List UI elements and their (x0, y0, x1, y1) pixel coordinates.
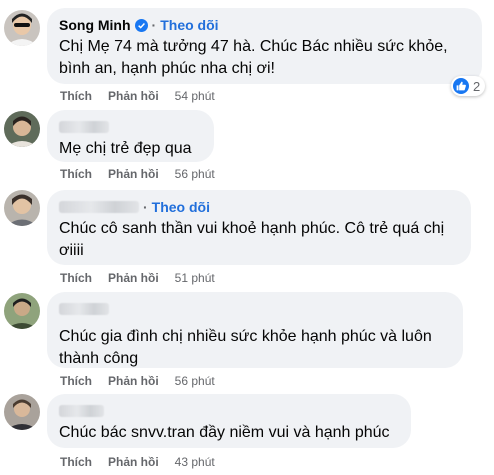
reply-button[interactable]: Phản hồi (108, 455, 159, 469)
comment-text: Chị Mẹ 74 mà tưởng 47 hà. Chúc Bác nhiều… (59, 38, 448, 77)
comment-time[interactable]: 56 phút (175, 167, 215, 181)
comment-time[interactable]: 54 phút (175, 89, 215, 103)
comment-bubble: Song Minh · Theo dõi Chị Mẹ 74 mà tưởng … (47, 8, 482, 84)
like-button[interactable]: Thích (60, 374, 92, 388)
comment-bubble: Mẹ chị trẻ đẹp qua (47, 110, 214, 162)
comment-text: Chúc gia đình chị nhiều sức khỏe hạnh ph… (59, 328, 432, 367)
reaction-count[interactable]: 2 (451, 76, 486, 96)
avatar[interactable] (4, 394, 40, 430)
reply-button[interactable]: Phản hồi (108, 374, 159, 388)
comment-time[interactable]: 56 phút (175, 374, 215, 388)
avatar[interactable] (4, 190, 40, 226)
like-button[interactable]: Thích (60, 271, 92, 285)
comment-author[interactable]: Song Minh (59, 17, 131, 33)
comment-text: Chúc cô sanh thần vui khoẻ hạnh phúc. Cô… (59, 220, 445, 259)
verified-badge-icon (134, 18, 148, 32)
comment-bubble: Chúc gia đình chị nhiều sức khỏe hạnh ph… (47, 292, 463, 368)
comment-time[interactable]: 43 phút (175, 455, 215, 469)
like-button[interactable]: Thích (60, 167, 92, 181)
separator-dot: · (143, 199, 148, 215)
comment-text: Mẹ chị trẻ đẹp qua (59, 140, 192, 157)
comment-bubble: Chúc bác snvv.tran đầy niềm vui và hạnh … (47, 394, 411, 448)
comment-text: Chúc bác snvv.tran đầy niềm vui và hạnh … (59, 424, 390, 441)
comment-bubble: · Theo dõi Chúc cô sanh thần vui khoẻ hạ… (47, 190, 471, 265)
follow-link[interactable]: Theo dõi (160, 17, 218, 33)
comment-time[interactable]: 51 phút (175, 271, 215, 285)
like-button[interactable]: Thích (60, 89, 92, 103)
like-reaction-icon (453, 78, 469, 94)
comment-author-blurred (59, 121, 109, 133)
avatar[interactable] (4, 10, 40, 46)
reply-button[interactable]: Phản hồi (108, 89, 159, 103)
reply-button[interactable]: Phản hồi (108, 167, 159, 181)
avatar[interactable] (4, 111, 40, 147)
reply-button[interactable]: Phản hồi (108, 271, 159, 285)
separator-dot: · (151, 17, 157, 33)
avatar[interactable] (4, 293, 40, 329)
follow-link[interactable]: Theo dõi (152, 199, 210, 215)
comment-author-blurred (59, 201, 139, 213)
comment-author-blurred (59, 303, 109, 315)
like-button[interactable]: Thích (60, 455, 92, 469)
comment-author-blurred (59, 405, 104, 417)
reaction-number: 2 (473, 78, 481, 94)
